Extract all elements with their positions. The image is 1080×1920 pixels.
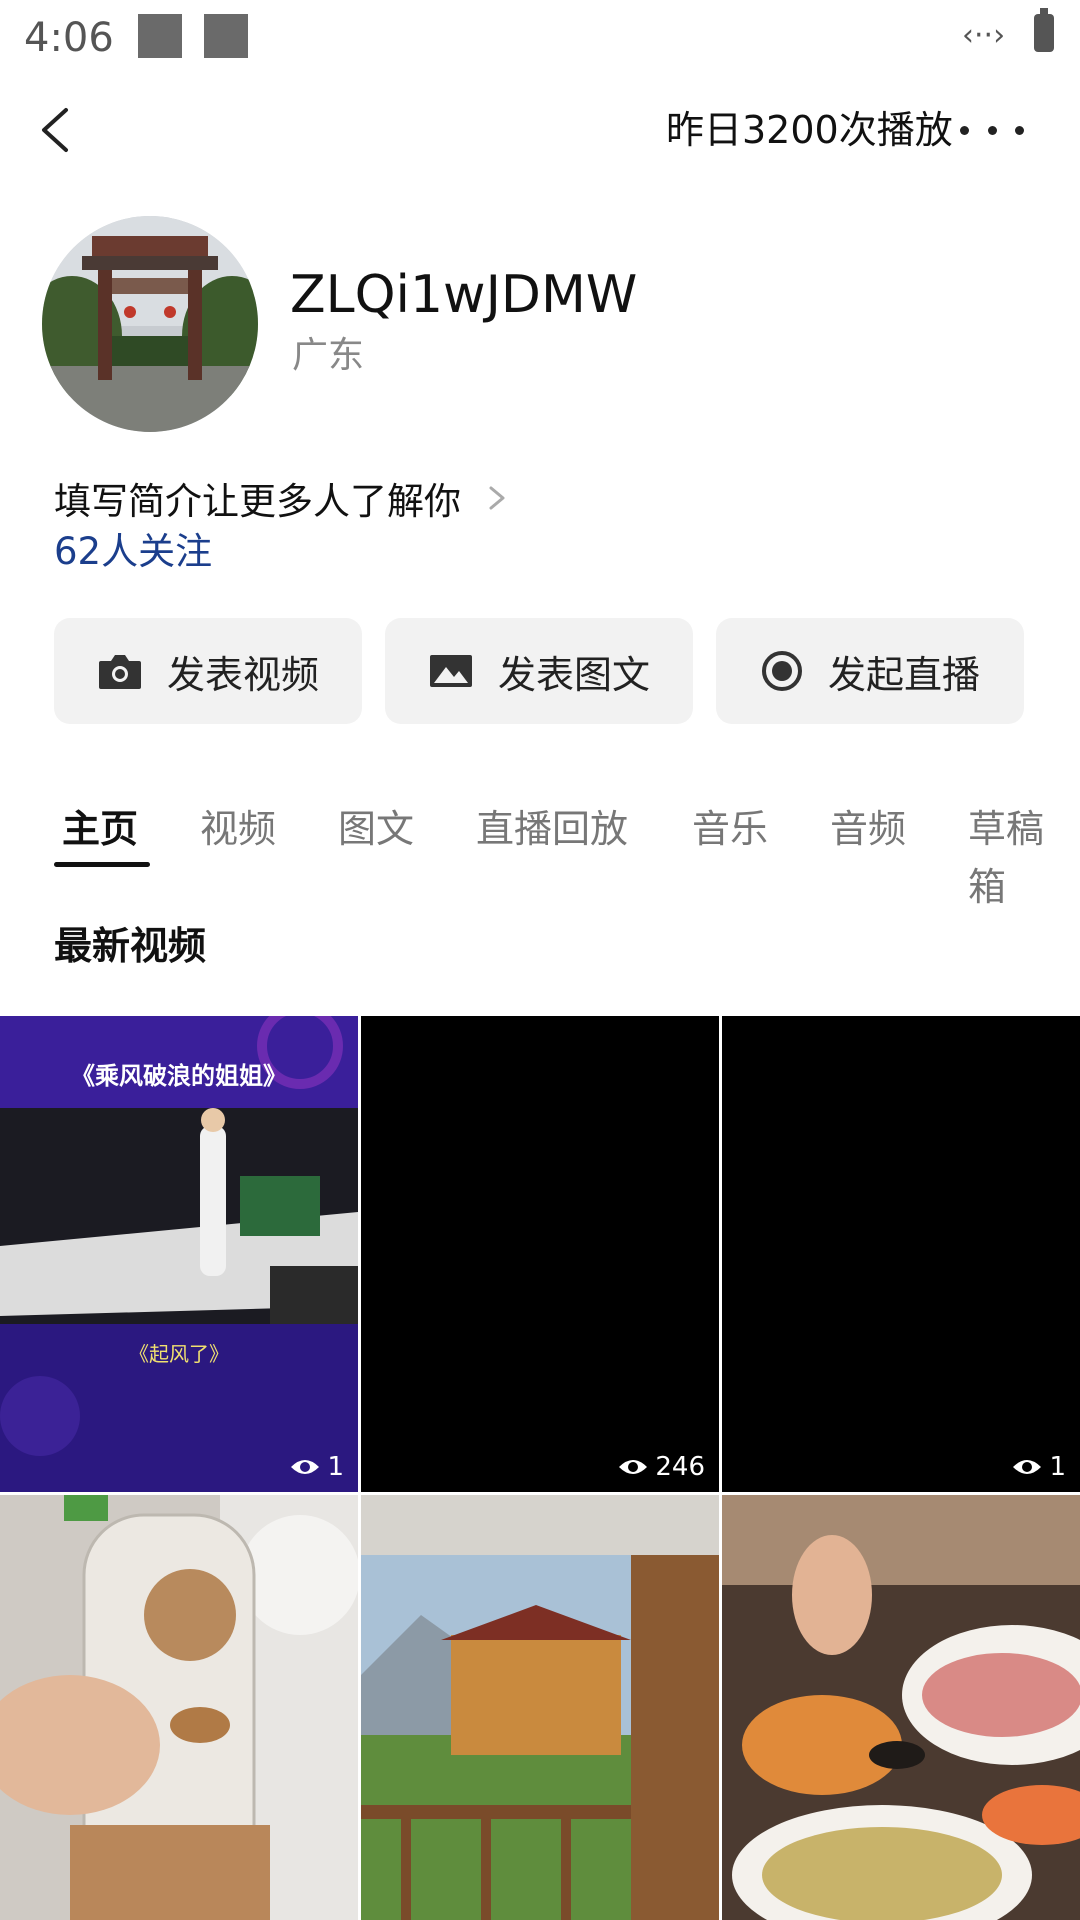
video-thumbnail[interactable]: 1 [722,1016,1080,1492]
avatar[interactable] [42,216,258,432]
start-live-label: 发起直播 [827,652,980,697]
avatar-image [42,216,258,432]
live-record-icon [761,651,802,691]
notification-icon [138,14,182,58]
video-title-top: 《乘风破浪的姐姐》 [71,1062,287,1090]
eye-icon [291,1460,320,1474]
post-image-text-button[interactable]: 发表图文 [385,618,693,724]
battery-icon [1034,8,1054,52]
bio-prompt-link[interactable]: 填写简介让更多人了解你 [54,470,517,526]
tab-drafts[interactable]: 草稿箱 [968,800,1080,916]
video-thumbnail[interactable]: 《乘风破浪的姐姐》 《起风了》 1 [0,1016,358,1492]
chevron-right-icon [489,486,505,510]
chevron-left-icon [42,108,68,152]
video-thumbnail[interactable]: 246 [361,1016,719,1492]
video-title-bottom: 《起风了》 [129,1342,229,1366]
start-live-button[interactable]: 发起直播 [716,618,1024,724]
status-time: 4:06 [24,15,114,61]
more-icon [960,125,969,135]
eye-icon [619,1460,648,1474]
location: 广东 [292,335,365,376]
username: ZLQi1wJDMW [290,265,638,325]
back-button[interactable] [30,100,90,160]
post-video-label: 发表视频 [166,652,319,697]
tab-live-replay[interactable]: 直播回放 [476,800,628,858]
more-options-button[interactable] [960,100,1024,160]
video-thumbnail-image [0,1495,358,1920]
tab-music[interactable]: 音乐 [692,800,768,858]
tab-home[interactable]: 主页 [62,800,138,858]
bio-prompt-text: 填写简介让更多人了解你 [54,480,461,523]
view-count: 1 [289,1452,344,1482]
post-image-text-label: 发表图文 [497,652,650,697]
active-tab-indicator [54,862,150,867]
video-thumbnail-image [722,1495,1080,1920]
view-count: 246 [617,1452,705,1482]
post-video-button[interactable]: 发表视频 [54,618,362,724]
followers-count-link[interactable]: 62人关注 [54,524,212,580]
tab-image-text[interactable]: 图文 [338,800,414,858]
video-thumbnail[interactable] [0,1495,358,1920]
tab-videos[interactable]: 视频 [200,800,276,858]
tab-audio[interactable]: 音频 [830,800,906,858]
notification-icon [204,14,248,58]
section-title: 最新视频 [54,924,207,968]
camera-icon [98,655,141,689]
eye-icon [1013,1460,1042,1474]
video-thumbnail[interactable] [361,1495,719,1920]
video-thumbnail-image [361,1495,719,1920]
image-icon [429,655,472,687]
data-transfer-icon: ‹··› [962,18,1006,53]
video-thumbnail[interactable] [722,1495,1080,1920]
yesterday-plays: 昨日3200次播放 [666,108,953,152]
view-count: 1 [1011,1452,1066,1482]
